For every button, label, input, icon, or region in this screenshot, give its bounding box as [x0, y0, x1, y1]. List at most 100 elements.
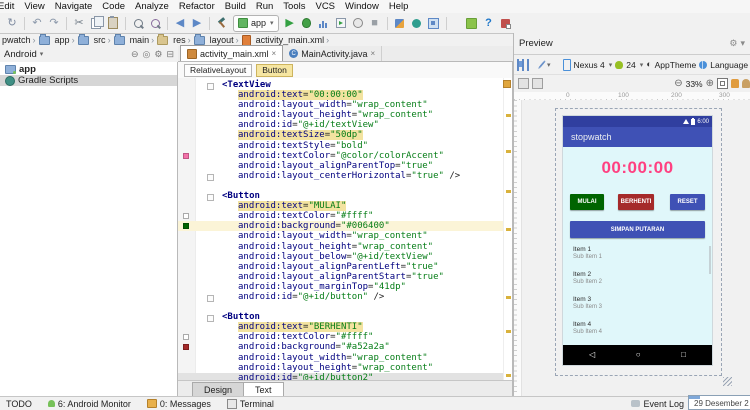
code-line[interactable]: android:layout_alignParentTop="true" — [178, 161, 504, 171]
forward-icon[interactable]: ▶ — [189, 15, 205, 31]
menu-refactor[interactable]: Refactor — [174, 0, 220, 13]
breadcrumb-item-main[interactable]: main — [113, 35, 150, 45]
code-line[interactable]: android:background="#006400" — [178, 221, 504, 231]
zoom-in-icon[interactable]: ⊕ — [706, 79, 714, 89]
code-line[interactable]: android:layout_alignParentLeft="true" — [178, 262, 504, 272]
gutter-color-swatch-white[interactable] — [183, 334, 189, 340]
xml-crumb-relativelayout[interactable]: RelativeLayout — [184, 64, 252, 77]
code-line[interactable]: android:layout_height="wrap_content" — [178, 242, 504, 252]
run-icon[interactable]: ▶ — [282, 15, 298, 31]
code-line[interactable]: android:background="#a52a2a" — [178, 342, 504, 352]
code-line[interactable]: <Button — [178, 191, 504, 201]
menu-analyze[interactable]: Analyze — [130, 0, 174, 13]
menu-navigate[interactable]: Navigate — [50, 0, 98, 13]
code-editor[interactable]: <TextViewandroid:text="00:00:00"android:… — [178, 78, 512, 381]
close-icon[interactable]: × — [272, 49, 277, 58]
breadcrumb-item-res[interactable]: res — [156, 35, 186, 45]
code-line[interactable]: android:textColor="@color/colorAccent" — [178, 151, 504, 161]
notifications-icon[interactable] — [742, 79, 750, 88]
tab-activity_main-xml[interactable]: activity_main.xml× — [180, 45, 283, 61]
code-line[interactable]: android:layout_width="wrap_content" — [178, 231, 504, 241]
menu-run[interactable]: Run — [251, 0, 278, 13]
code-line[interactable]: android:text="BERHENTI" — [178, 322, 504, 332]
tab-design[interactable]: Design — [192, 382, 244, 397]
inspection-indicator[interactable] — [503, 80, 511, 88]
fold-marker[interactable] — [207, 174, 214, 181]
stripe-mark[interactable] — [506, 150, 511, 153]
settings-gear-icon[interactable]: ⚙ — [154, 49, 162, 60]
list-item[interactable]: Item 4Sub Item 4 — [573, 321, 707, 346]
blueprint-surface-icon[interactable] — [522, 59, 524, 71]
device-button-berhenti[interactable]: BERHENTI — [618, 194, 654, 210]
fold-marker[interactable] — [207, 194, 214, 201]
code-line[interactable]: android:layout_centerHorizontal="true" /… — [178, 171, 504, 181]
code-line[interactable]: android:layout_height="wrap_content" — [178, 110, 504, 120]
code-line[interactable]: android:layout_alignParentStart="true" — [178, 272, 504, 282]
code-line[interactable]: android:layout_width="wrap_content" — [178, 100, 504, 110]
sync-icon[interactable]: ↻ — [4, 15, 20, 31]
list-item[interactable]: Item 1Sub Item 1 — [573, 246, 707, 271]
menu-view[interactable]: View — [19, 0, 49, 13]
tab-text[interactable]: Text — [243, 382, 284, 397]
zoom-out-icon[interactable]: ⊖ — [674, 79, 682, 89]
split-surface-icon[interactable] — [527, 59, 529, 71]
menu-code[interactable]: Code — [97, 0, 130, 13]
copy-icon[interactable] — [88, 15, 104, 31]
help-icon[interactable]: ? — [481, 15, 497, 31]
stripe-mark[interactable] — [506, 330, 511, 333]
nav-home-icon[interactable]: ○ — [636, 351, 641, 359]
breadcrumb-item-app[interactable]: app — [38, 35, 70, 45]
tab-MainActivity-java[interactable]: MainActivity.java× — [283, 46, 382, 61]
cut-icon[interactable]: ✂ — [71, 15, 87, 31]
code-line[interactable]: android:textSize="50dp" — [178, 130, 504, 140]
code-line[interactable]: android:layout_height="wrap_content" — [178, 363, 504, 373]
sync-gradle-icon[interactable] — [409, 15, 425, 31]
profiler-icon[interactable] — [316, 15, 332, 31]
android-monitor-tab[interactable]: 6: Android Monitor — [48, 399, 131, 409]
preview-hide-icon[interactable]: ▾ — [740, 38, 745, 49]
code-line[interactable]: android:text="00:00:00" — [178, 90, 504, 100]
code-line[interactable]: <Button — [178, 312, 504, 322]
design-surface-icon[interactable] — [517, 59, 519, 71]
code-line[interactable]: android:textStyle="bold" — [178, 141, 504, 151]
code-line[interactable] — [178, 181, 504, 191]
device-button-reset[interactable]: RESET — [670, 194, 705, 210]
language-select[interactable]: Language▾ — [699, 60, 750, 70]
fold-marker[interactable] — [207, 315, 214, 322]
menu-edit[interactable]: Edit — [0, 0, 19, 13]
todo-tab[interactable]: TODO — [6, 399, 32, 409]
code-line[interactable]: android:textColor="#ffff" — [178, 211, 504, 221]
list-item[interactable]: Item 2Sub Item 2 — [573, 271, 707, 296]
error-stripe[interactable] — [503, 78, 512, 381]
code-line[interactable]: android:id="@+id/textView" — [178, 120, 504, 130]
save-lap-button[interactable]: SIMPAN PUTARAN — [570, 221, 705, 238]
close-icon[interactable]: × — [371, 49, 376, 58]
preview-canvas[interactable]: 6:00 stopwatch 00:00:00 MULAIBERHENTIRES… — [514, 100, 750, 397]
stripe-mark[interactable] — [506, 190, 511, 193]
coverage-icon[interactable] — [350, 15, 366, 31]
stripe-mark[interactable] — [506, 114, 511, 117]
gutter-color-swatch-white[interactable] — [183, 213, 189, 219]
locate-file-icon[interactable]: ◎ — [143, 49, 151, 60]
code-line[interactable]: android:textColor="#ffff" — [178, 332, 504, 342]
pan-icon[interactable] — [731, 79, 739, 88]
stripe-mark[interactable] — [506, 296, 511, 299]
nav-back-icon[interactable]: ◁ — [589, 351, 595, 359]
sdk-manager-icon[interactable] — [498, 15, 514, 31]
code-line[interactable]: android:id="@+id/button" /> — [178, 292, 504, 302]
project-structure-icon[interactable] — [464, 15, 480, 31]
lap-list[interactable]: Item 1Sub Item 1Item 2Sub Item 2Item 3Su… — [573, 246, 707, 346]
device-button-mulai[interactable]: MULAI — [570, 194, 604, 210]
gutter-color-swatch-pink[interactable] — [183, 153, 189, 159]
code-line[interactable]: android:layout_marginTop="41dp" — [178, 282, 504, 292]
menu-help[interactable]: Help — [384, 0, 414, 13]
menu-tools[interactable]: Tools — [278, 0, 310, 13]
resize-handle[interactable] — [723, 377, 732, 386]
breadcrumb-item-pwatch[interactable]: pwatch — [2, 35, 31, 45]
fold-marker[interactable] — [207, 83, 214, 90]
make-project-icon[interactable] — [214, 15, 230, 31]
event-log-button[interactable]: Event Log — [631, 399, 684, 409]
breadcrumb-item-activity_main-xml[interactable]: activity_main.xml — [241, 35, 325, 46]
code-line[interactable]: android:layout_below="@+id/textView" — [178, 252, 504, 262]
debug-icon[interactable] — [299, 15, 315, 31]
